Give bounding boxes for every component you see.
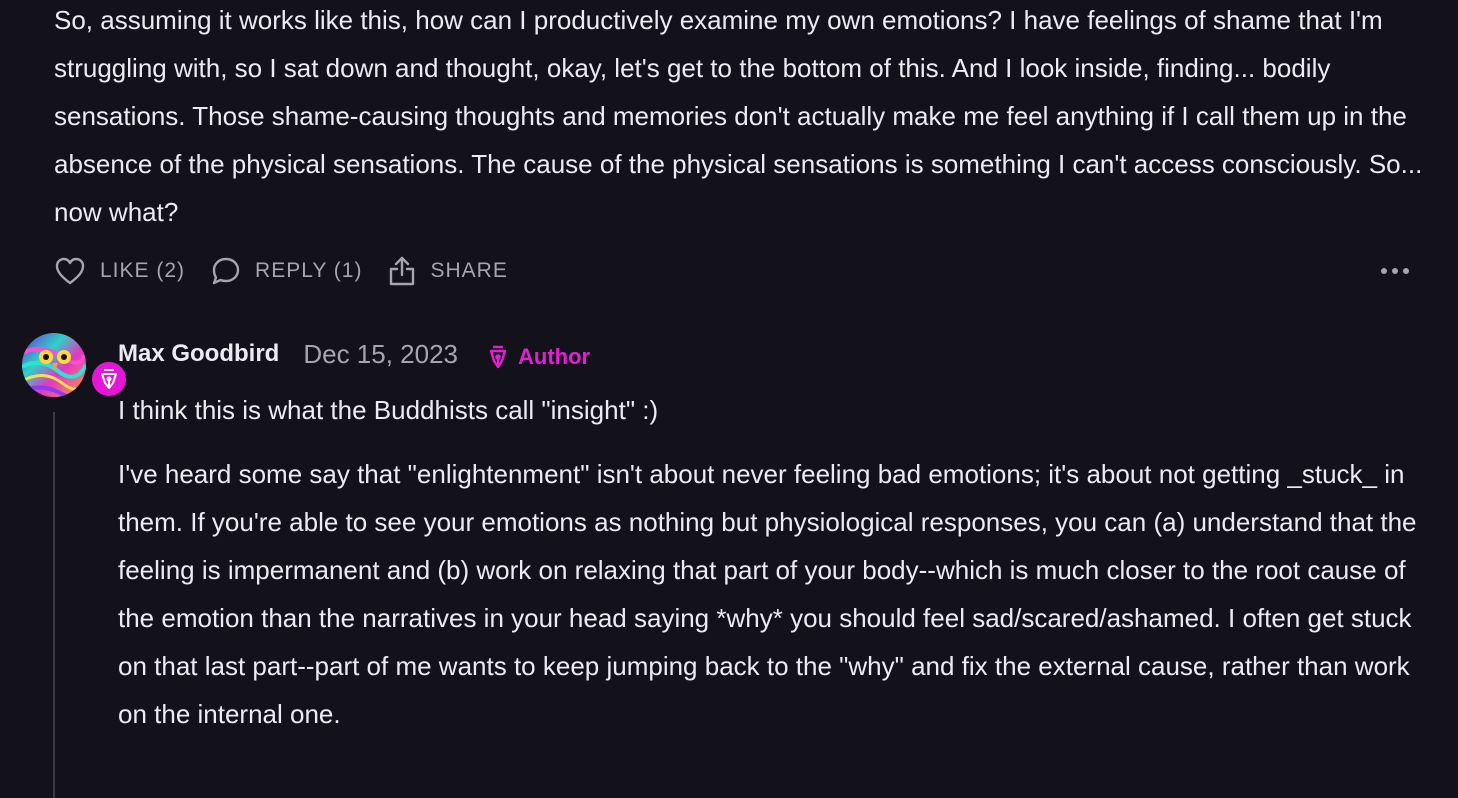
- share-icon: [390, 256, 415, 286]
- reply-author-name[interactable]: Max Goodbird: [118, 340, 279, 368]
- top-comment: So, assuming it works like this, how can…: [54, 0, 1424, 236]
- like-label: LIKE (2): [100, 259, 186, 282]
- avatar[interactable]: [22, 333, 86, 397]
- author-tag: Author: [488, 344, 590, 370]
- heart-icon: [55, 257, 85, 285]
- reply-paragraph: I've heard some say that "enlightenment"…: [118, 459, 1417, 729]
- top-comment-text: So, assuming it works like this, how can…: [54, 5, 1423, 227]
- author-tag-label: Author: [518, 344, 591, 369]
- reply-header: Max Goodbird Dec 15, 2023 Author: [118, 334, 590, 374]
- share-button[interactable]: SHARE: [388, 255, 507, 287]
- pen-nib-icon: [101, 369, 117, 389]
- speech-bubble-icon: [212, 257, 240, 285]
- reply-author-avatar-group[interactable]: [22, 333, 129, 401]
- reply-body: I think this is what the Buddhists call …: [118, 386, 1428, 738]
- comment-action-bar: LIKE (2) REPLY (1) SHARE: [54, 252, 1410, 290]
- reply-button[interactable]: REPLY (1): [211, 256, 362, 286]
- reply-paragraph: I think this is what the Buddhists call …: [118, 395, 659, 425]
- more-horizontal-icon: [1381, 268, 1409, 274]
- like-button[interactable]: LIKE (2): [54, 256, 185, 286]
- pen-nib-icon: [489, 345, 507, 369]
- thread-line[interactable]: [53, 412, 55, 798]
- more-options-button[interactable]: [1380, 267, 1410, 275]
- share-label: SHARE: [430, 259, 508, 282]
- reply-label: REPLY (1): [255, 259, 363, 282]
- comments-page: So, assuming it works like this, how can…: [0, 0, 1458, 798]
- reply-date[interactable]: Dec 15, 2023: [303, 339, 458, 370]
